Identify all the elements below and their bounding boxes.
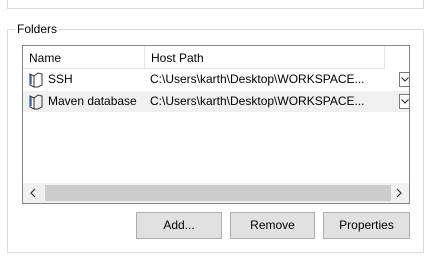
folder-host-path: C:\Users\karth\Desktop\WORKSPACE...: [150, 72, 365, 86]
chevron-down-icon: [401, 99, 409, 104]
list-item-ssh[interactable]: SSH C:\Users\karth\Desktop\WORKSPACE...: [23, 69, 410, 90]
scrollbar-thumb[interactable]: [45, 185, 391, 201]
horizontal-scrollbar[interactable]: [23, 183, 409, 203]
column-header-host-path[interactable]: Host Path: [145, 46, 385, 68]
dropdown-button[interactable]: [399, 94, 410, 109]
chevron-right-icon: [396, 188, 402, 198]
add-button[interactable]: Add...: [136, 212, 222, 239]
list-item-maven-database[interactable]: Maven database C:\Users\karth\Desktop\WO…: [23, 91, 410, 112]
remove-button[interactable]: Remove: [230, 212, 315, 239]
list-header: Name Host Path: [23, 46, 385, 69]
dropdown-button[interactable]: [399, 72, 410, 87]
folder-name: Maven database: [48, 94, 137, 108]
folder-host-path: C:\Users\karth\Desktop\WORKSPACE...: [150, 94, 365, 108]
chevron-left-icon: [30, 188, 36, 198]
scroll-left-button[interactable]: [23, 183, 43, 203]
chevron-down-icon: [401, 77, 409, 82]
folders-list[interactable]: Name Host Path SSH C:\Users\karth\Deskto…: [22, 45, 410, 204]
properties-button[interactable]: Properties: [323, 212, 410, 239]
column-header-name[interactable]: Name: [23, 46, 145, 68]
scroll-right-button[interactable]: [389, 183, 409, 203]
top-panel: [7, 0, 424, 9]
shared-folder-icon: [29, 72, 43, 88]
folders-group-title: Folders: [15, 21, 60, 37]
shared-folder-icon: [29, 94, 43, 110]
folder-name: SSH: [48, 72, 73, 86]
